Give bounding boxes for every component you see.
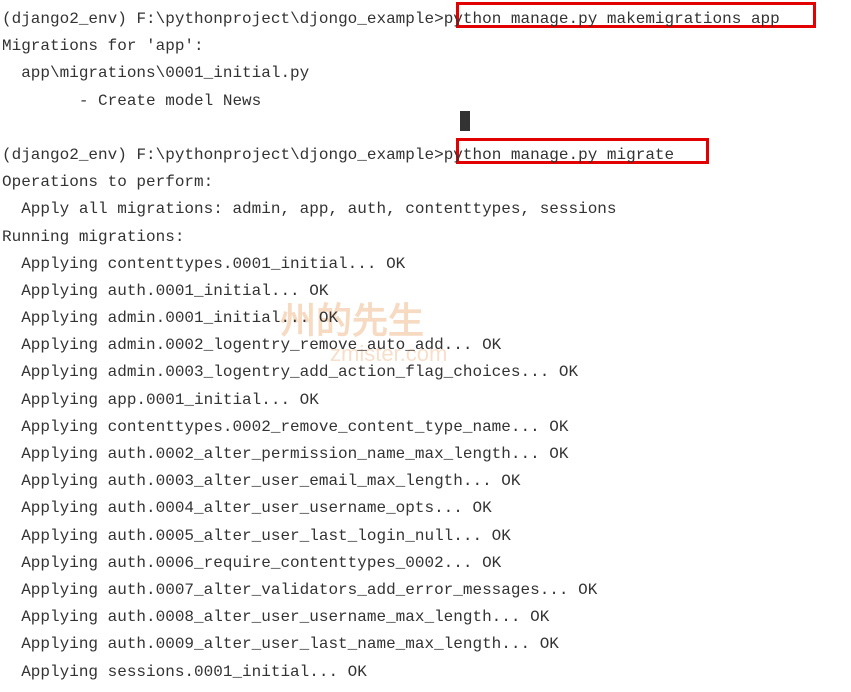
prompt-line-1[interactable]: (django2_env) F:\pythonproject\djongo_ex…	[2, 6, 849, 33]
migration-line: Applying admin.0002_logentry_remove_auto…	[2, 332, 849, 359]
path-prompt: F:\pythonproject\djongo_example>	[136, 10, 443, 28]
operations-header: Operations to perform:	[2, 169, 849, 196]
migrations-header: Migrations for 'app':	[2, 33, 849, 60]
terminal-output: (django2_env) F:\pythonproject\djongo_ex…	[2, 6, 849, 686]
prompt-line-2[interactable]: (django2_env) F:\pythonproject\djongo_ex…	[2, 142, 849, 169]
apply-all-line: Apply all migrations: admin, app, auth, …	[2, 196, 849, 223]
migration-line: Applying contenttypes.0001_initial... OK	[2, 251, 849, 278]
path-prompt: F:\pythonproject\djongo_example>	[136, 146, 443, 164]
migration-file: app\migrations\0001_initial.py	[2, 60, 849, 87]
migration-line: Applying auth.0002_alter_permission_name…	[2, 441, 849, 468]
migration-line: Applying contenttypes.0002_remove_conten…	[2, 414, 849, 441]
migration-line: Applying auth.0003_alter_user_email_max_…	[2, 468, 849, 495]
migration-line: Applying sessions.0001_initial... OK	[2, 659, 849, 686]
migration-line: Applying admin.0003_logentry_add_action_…	[2, 359, 849, 386]
blank-line	[2, 115, 849, 142]
migration-line: Applying admin.0001_initial... OK	[2, 305, 849, 332]
migration-action: - Create model News	[2, 88, 849, 115]
env-name: (django2_env)	[2, 146, 127, 164]
env-name: (django2_env)	[2, 10, 127, 28]
migration-line: Applying auth.0006_require_contenttypes_…	[2, 550, 849, 577]
migration-line: Applying auth.0008_alter_user_username_m…	[2, 604, 849, 631]
migration-line: Applying auth.0007_alter_validators_add_…	[2, 577, 849, 604]
migration-line: Applying auth.0001_initial... OK	[2, 278, 849, 305]
migration-line: Applying auth.0009_alter_user_last_name_…	[2, 631, 849, 658]
command-text: python manage.py migrate	[444, 146, 674, 164]
migration-line: Applying auth.0004_alter_user_username_o…	[2, 495, 849, 522]
migration-line: Applying app.0001_initial... OK	[2, 387, 849, 414]
migration-line: Applying auth.0005_alter_user_last_login…	[2, 523, 849, 550]
command-text: python manage.py makemigrations app	[444, 10, 780, 28]
running-header: Running migrations:	[2, 224, 849, 251]
